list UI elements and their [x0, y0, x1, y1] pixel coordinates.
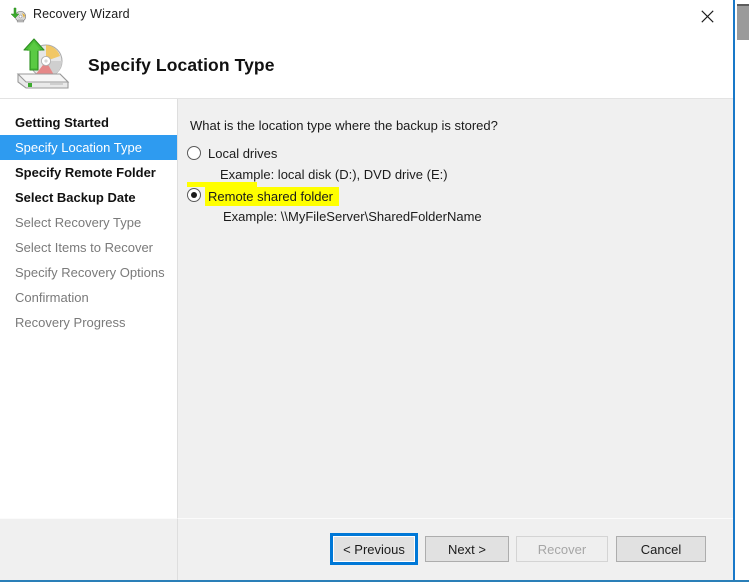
radio-local-drives[interactable] — [187, 146, 201, 160]
sidebar-item-specify-remote-folder[interactable]: Specify Remote Folder — [0, 160, 177, 185]
vertical-scrollbar-thumb[interactable] — [737, 4, 749, 40]
sidebar-item-select-recovery-type: Select Recovery Type — [15, 215, 142, 230]
sidebar-item-select-backup-date[interactable]: Select Backup Date — [0, 185, 177, 210]
page-title: Specify Location Type — [88, 55, 275, 75]
vertical-scrollbar-track[interactable] — [735, 0, 749, 582]
close-icon[interactable] — [690, 3, 724, 29]
recovery-wizard-window: Recovery Wizard Specify Location Type Ge… — [0, 0, 749, 582]
wizard-step-sidebar: Getting Started Specify Location Type Sp… — [0, 99, 178, 582]
sidebar-footer — [0, 518, 178, 580]
sidebar-item-specify-recovery-options: Specify Recovery Options — [15, 265, 165, 280]
option-remote-shared-folder-example: Example: \\MyFileServer\SharedFolderName — [223, 209, 482, 224]
sidebar-item-confirmation: Confirmation — [15, 290, 89, 305]
window-title: Recovery Wizard — [33, 7, 130, 21]
question-label: What is the location type where the back… — [190, 118, 498, 133]
content-panel: What is the location type where the back… — [178, 99, 734, 518]
previous-button-label: < Previous — [333, 536, 415, 562]
sidebar-item-recovery-progress: Recovery Progress — [15, 315, 126, 330]
recovery-wizard-icon — [9, 6, 27, 24]
disk-restore-icon — [10, 36, 76, 94]
previous-button[interactable]: < Previous — [330, 533, 418, 565]
step-list: Getting Started Specify Location Type Sp… — [0, 99, 177, 335]
sidebar-item-specify-location-type[interactable]: Specify Location Type — [0, 135, 177, 160]
title-bar: Recovery Wizard — [0, 0, 734, 32]
wizard-header: Specify Location Type — [0, 32, 734, 98]
option-local-drives-example: Example: local disk (D:), DVD drive (E:) — [220, 167, 448, 182]
option-local-drives-label: Local drives — [208, 146, 278, 161]
recover-button: Recover — [516, 536, 608, 562]
radio-remote-shared-folder[interactable] — [187, 188, 201, 202]
sidebar-item-getting-started[interactable]: Getting Started — [0, 110, 177, 135]
wizard-button-bar: < Previous Next > Recover Cancel — [178, 518, 734, 580]
window-right-border — [733, 0, 735, 582]
sidebar-item-select-items-to-recover: Select Items to Recover — [15, 240, 153, 255]
next-button[interactable]: Next > — [425, 536, 509, 562]
cancel-button[interactable]: Cancel — [616, 536, 706, 562]
option-remote-shared-folder-label: Remote shared folder — [205, 187, 340, 206]
